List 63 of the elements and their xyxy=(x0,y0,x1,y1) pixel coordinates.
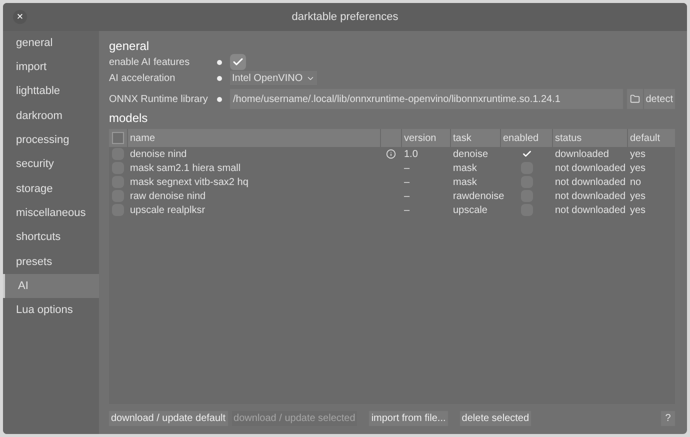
table-cell-text: denoise nind xyxy=(129,148,188,162)
column-header[interactable]: status xyxy=(553,129,627,147)
checkbox[interactable] xyxy=(230,54,246,70)
section-heading: models xyxy=(109,111,149,125)
info-icon[interactable] xyxy=(386,149,396,159)
setting-label: AI acceleration xyxy=(109,72,176,86)
window-title: darktable preferences xyxy=(292,10,398,25)
folder-button[interactable] xyxy=(626,89,643,109)
table-cell-text: raw denoise nind xyxy=(129,190,207,204)
sidebar-item[interactable]: security xyxy=(3,152,99,177)
table-cell-text: – xyxy=(403,204,411,218)
sidebar-item[interactable]: darkroom xyxy=(3,104,99,128)
table-cell-text: – xyxy=(403,190,411,204)
table-cell-text: yes xyxy=(629,162,647,176)
table-cell-text: no xyxy=(629,176,642,190)
sidebar-item[interactable]: import xyxy=(3,55,99,80)
check-icon xyxy=(232,56,244,68)
sidebar-item[interactable]: lighttable xyxy=(3,80,99,104)
table-cell-text: mask xyxy=(452,162,478,176)
sidebar-item[interactable]: presets xyxy=(3,250,99,274)
table-cell-text: 1.0 xyxy=(403,148,419,162)
table-cell-text: not downloaded xyxy=(554,204,627,218)
action-button[interactable]: import from file... xyxy=(369,410,448,426)
table-cell-text: – xyxy=(403,162,411,176)
table-cell-text: upscale realplksr xyxy=(129,204,206,218)
table-cell-text: denoise xyxy=(452,148,490,162)
folder-icon xyxy=(630,94,640,104)
setting-label: ONNX Runtime library xyxy=(109,92,209,106)
action-button[interactable]: download / update default xyxy=(109,410,228,426)
table-cell-text: yes xyxy=(629,148,647,162)
table-cell-text: not downloaded xyxy=(554,176,627,190)
column-header[interactable]: default xyxy=(628,129,675,147)
detect-button[interactable]: detect xyxy=(644,89,675,109)
sidebar-item[interactable]: shortcuts xyxy=(3,225,99,250)
sidebar-item[interactable]: AI xyxy=(3,274,99,298)
column-header[interactable]: enabled xyxy=(501,129,552,147)
sidebar-item[interactable]: processing xyxy=(3,128,99,152)
acceleration-dropdown[interactable]: Intel OpenVINO xyxy=(230,71,317,85)
table-cell-text: mask xyxy=(452,176,478,190)
table-cell-text: – xyxy=(403,176,411,190)
table-cell-text: yes xyxy=(629,204,647,218)
table-cell-text: yes xyxy=(629,190,647,204)
library-path-field[interactable]: /home/username/.local/lib/onnxruntime-openvino/libonnxruntime.so.1.24.1 xyxy=(230,89,623,109)
column-header[interactable]: name xyxy=(128,129,380,147)
setting-label: enable AI features xyxy=(109,56,191,70)
check-icon xyxy=(522,149,532,159)
select-all-checkbox[interactable] xyxy=(112,132,124,144)
sidebar-item[interactable]: Lua options xyxy=(3,298,99,323)
sidebar-item[interactable]: storage xyxy=(3,176,99,202)
column-header[interactable]: task xyxy=(451,129,500,147)
close-button[interactable]: × xyxy=(13,10,27,24)
table-cell-text: mask segnext vitb-sax2 hq xyxy=(129,176,250,190)
table-cell-text: not downloaded xyxy=(554,190,627,204)
table-cell-text: downloaded xyxy=(554,148,610,162)
table-cell-text: upscale xyxy=(452,204,488,218)
help-button[interactable]: ? xyxy=(661,410,675,426)
sidebar-item[interactable]: general xyxy=(3,31,99,56)
sidebar-item[interactable]: miscellaneous xyxy=(3,201,99,226)
table-cell-text: mask sam2.1 hiera small xyxy=(129,162,242,176)
action-button[interactable]: delete selected xyxy=(460,410,532,426)
column-header[interactable]: version xyxy=(402,129,450,147)
section-heading: general xyxy=(109,39,150,53)
table-cell-text: not downloaded xyxy=(554,162,627,176)
